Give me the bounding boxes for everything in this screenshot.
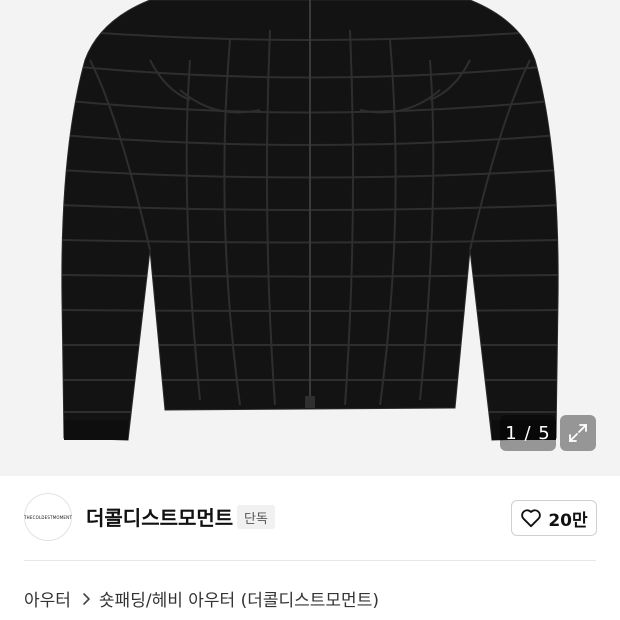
- image-counter: 1 / 5: [500, 415, 556, 451]
- like-button[interactable]: 20만: [511, 500, 597, 536]
- brand-row: THECOLDESTMOMENT 더콜디스트모먼트 단독 20만: [0, 476, 620, 560]
- expand-icon: [569, 424, 587, 442]
- product-image-puffer-jacket[interactable]: [0, 0, 620, 476]
- product-image-gallery[interactable]: 1 / 5: [0, 0, 620, 476]
- chevron-right-icon: [81, 592, 91, 606]
- heart-outline-icon: [521, 509, 542, 528]
- breadcrumb: 아우터 숏패딩/헤비 아우터 (더콜디스트모먼트): [24, 586, 379, 611]
- brand-name[interactable]: 더콜디스트모먼트: [86, 502, 233, 531]
- exclusive-badge: 단독: [237, 505, 275, 529]
- breadcrumb-category[interactable]: 아우터: [24, 586, 71, 611]
- brand-logo[interactable]: THECOLDESTMOMENT: [24, 493, 72, 541]
- breadcrumb-subcategory[interactable]: 숏패딩/헤비 아우터 (더콜디스트모먼트): [99, 586, 379, 611]
- like-count: 20만: [548, 510, 588, 531]
- brand-logo-text: THECOLDESTMOMENT: [24, 514, 72, 520]
- divider: [24, 560, 596, 561]
- expand-fullscreen-button[interactable]: [560, 415, 596, 451]
